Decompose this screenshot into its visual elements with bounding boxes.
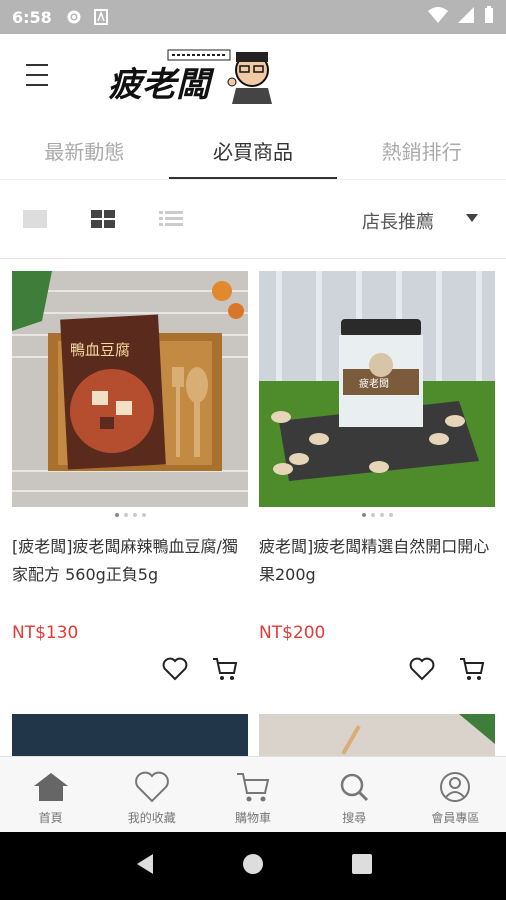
cart-icon — [237, 773, 270, 802]
heart-icon[interactable] — [162, 657, 188, 685]
notification-a-icon — [93, 9, 108, 25]
product-image-partial[interactable] — [259, 714, 495, 756]
home-circle-icon[interactable] — [241, 852, 265, 880]
cart-icon[interactable] — [459, 657, 485, 685]
tab-latest[interactable]: 最新動態 — [0, 116, 169, 179]
wifi-icon — [428, 7, 448, 27]
heart-icon — [134, 771, 169, 803]
nav-search[interactable]: 搜尋 — [304, 757, 405, 832]
product-image-label: 鴨血豆腐 — [70, 341, 130, 359]
nav-home[interactable]: 首頁 — [0, 757, 101, 832]
list-view-icon[interactable] — [158, 208, 184, 234]
image-carousel-dots — [259, 513, 495, 519]
tab-hot-ranking[interactable]: 熱銷排行 — [337, 116, 506, 179]
recents-icon[interactable] — [351, 853, 373, 879]
system-navigation-bar — [0, 832, 506, 900]
sort-dropdown[interactable]: 店長推薦 — [362, 208, 434, 234]
status-time: 6:58 — [12, 7, 52, 27]
brand-logo[interactable]: 疲老闆 — [106, 44, 276, 105]
category-tabs: 最新動態 必買商品 熱銷排行 — [0, 116, 506, 180]
status-bar: 6:58 — [0, 0, 506, 34]
logo-text: 疲老闆 — [108, 65, 215, 104]
app-header: 疲老闆 — [0, 34, 506, 116]
product-card[interactable]: 鴨血豆腐 [疲老闆]疲老闆麻辣鴨血豆腐/獨家配方 560g正負5g NT$130 — [12, 271, 248, 681]
product-actions — [409, 657, 485, 685]
cart-icon[interactable] — [212, 657, 238, 685]
product-image[interactable]: 鴨血豆腐 — [12, 271, 248, 507]
product-actions — [162, 657, 238, 685]
back-icon[interactable] — [133, 852, 155, 880]
nav-search-label: 搜尋 — [342, 811, 367, 825]
divider — [0, 258, 506, 259]
nav-cart[interactable]: 購物車 — [202, 757, 303, 832]
signal-icon — [458, 7, 474, 27]
battery-icon — [484, 6, 494, 28]
settings-icon — [66, 9, 82, 25]
nav-cart-label: 購物車 — [235, 811, 272, 825]
search-icon — [340, 773, 369, 802]
nav-favorites[interactable]: 我的收藏 — [101, 757, 202, 832]
user-icon — [440, 772, 471, 802]
product-price: NT$130 — [12, 623, 79, 643]
product-name[interactable]: 疲老闆]疲老闆精選自然開口開心果200g — [259, 533, 495, 603]
nav-favorites-label: 我的收藏 — [127, 811, 176, 825]
product-image-label: 疲老闆 — [359, 377, 389, 390]
bottom-navigation: 首頁 我的收藏 購物車 搜尋 會員專區 — [0, 756, 506, 832]
home-icon — [33, 773, 68, 801]
nav-home-label: 首頁 — [38, 811, 63, 825]
grid-view-icon[interactable] — [90, 208, 116, 234]
product-price: NT$200 — [259, 623, 326, 643]
product-image-partial[interactable] — [12, 714, 248, 756]
heart-icon[interactable] — [409, 657, 435, 685]
tab-must-buy[interactable]: 必買商品 — [168, 116, 338, 179]
nav-member[interactable]: 會員專區 — [405, 757, 506, 832]
dropdown-arrow-icon[interactable] — [466, 214, 478, 222]
product-card[interactable]: 疲老闆 疲老闆]疲老闆精選自然開口開心果200g NT$200 — [259, 271, 495, 681]
view-toolbar: 店長推薦 — [0, 196, 506, 246]
product-image[interactable]: 疲老闆 — [259, 271, 495, 507]
menu-button[interactable] — [22, 60, 56, 90]
product-name[interactable]: [疲老闆]疲老闆麻辣鴨血豆腐/獨家配方 560g正負5g — [12, 533, 248, 603]
nav-member-label: 會員專區 — [431, 811, 480, 825]
single-view-icon[interactable] — [22, 208, 48, 234]
image-carousel-dots — [12, 513, 248, 519]
